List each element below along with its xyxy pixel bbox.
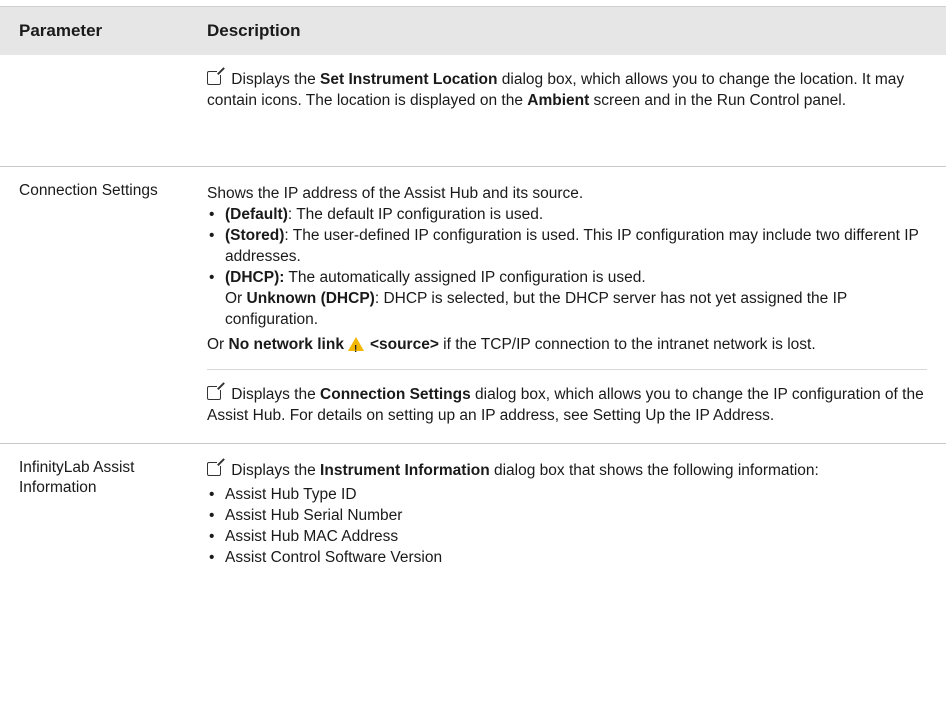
desc-intro: Displays the Instrument Information dial… <box>207 458 927 484</box>
item-bold: Unknown (DHCP) <box>246 290 375 307</box>
list-item: (Stored): The user-defined IP configurat… <box>207 225 927 267</box>
row-description: Displays the Instrument Information dial… <box>207 444 927 568</box>
desc-text: dialog box that shows the following info… <box>489 462 819 479</box>
info-list: Assist Hub Type ID Assist Hub Serial Num… <box>207 484 927 568</box>
parameter-table: Parameter Description Displays the Set I… <box>0 6 946 664</box>
list-item: Assist Control Software Version <box>207 547 927 568</box>
item-text: : The user-defined IP configuration is u… <box>225 227 919 265</box>
item-bold: (Stored) <box>225 227 285 244</box>
desc-text: Displays the <box>227 71 321 88</box>
list-item: (Default): The default IP configuration … <box>207 204 927 225</box>
header-description: Description <box>207 21 301 40</box>
item-bold: (Default) <box>225 206 288 223</box>
desc-bold: Connection Settings <box>320 386 471 403</box>
row-parameter: InfinityLab Assist Information <box>19 459 135 496</box>
desc-text: Displays the <box>227 386 321 403</box>
desc-text: screen and in the Run Control panel. <box>589 92 847 109</box>
item-text: The automatically assigned IP configurat… <box>284 269 646 286</box>
row-description: Displays the Set Instrument Location dia… <box>207 55 927 111</box>
note-text: if the TCP/IP connection to the intranet… <box>438 336 816 353</box>
item-bold: (DHCP): <box>225 269 285 286</box>
source-list: (Default): The default IP configuration … <box>207 204 927 330</box>
row-parameter: Connection Settings <box>19 182 158 199</box>
desc-sub: Displays the Connection Settings dialog … <box>207 369 927 426</box>
desc-bold: Ambient <box>527 92 590 109</box>
item-text: Or <box>225 290 247 307</box>
item-text: : The default IP configuration is used. <box>287 206 544 223</box>
desc-bold: Set Instrument Location <box>320 71 498 88</box>
note-bold: No network link <box>228 336 344 353</box>
table-header: Parameter Description <box>0 6 946 55</box>
external-link-icon[interactable] <box>207 69 223 85</box>
external-link-icon[interactable] <box>207 460 223 476</box>
table-row: Displays the Set Instrument Location dia… <box>0 55 946 167</box>
list-item: Assist Hub Serial Number <box>207 505 927 526</box>
desc-text: Displays the <box>227 462 321 479</box>
note-text: Or <box>207 336 229 353</box>
list-item: Assist Hub MAC Address <box>207 526 927 547</box>
list-item: (DHCP): The automatically assigned IP co… <box>207 267 927 330</box>
table-row: Connection Settings Shows the IP address… <box>0 167 946 444</box>
table-row: InfinityLab Assist Information Displays … <box>0 444 946 664</box>
note-bold: <source> <box>369 336 439 353</box>
header-parameter: Parameter <box>19 21 103 40</box>
list-item: Assist Hub Type ID <box>207 484 927 505</box>
warning-icon <box>347 337 364 360</box>
external-link-icon[interactable] <box>207 384 223 400</box>
desc-bold: Instrument Information <box>320 462 490 479</box>
row-description: Shows the IP address of the Assist Hub a… <box>207 167 927 426</box>
network-link-note: Or No network link <source> if the TCP/IP… <box>207 334 927 360</box>
desc-intro: Shows the IP address of the Assist Hub a… <box>207 185 584 202</box>
